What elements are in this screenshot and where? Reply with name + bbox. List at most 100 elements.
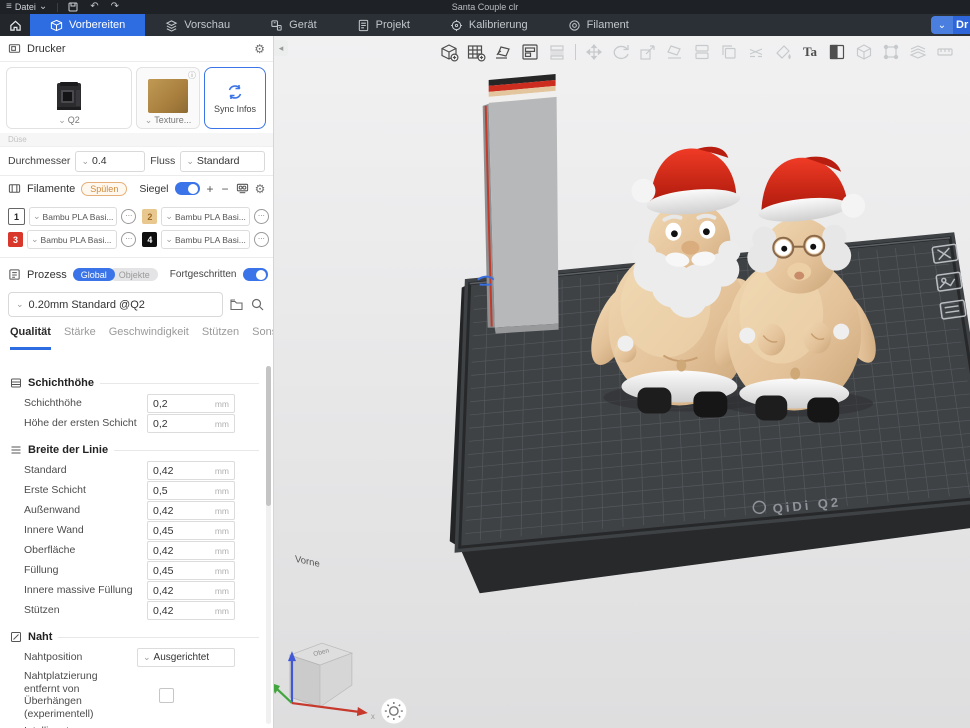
divider [57, 3, 58, 12]
split-to-plates-button[interactable] [546, 41, 568, 63]
tab-vorbereiten[interactable]: Vorbereiten [30, 14, 145, 36]
setting-input[interactable]: 0,42mm [147, 541, 235, 560]
tab-filament[interactable]: Filament [548, 14, 649, 36]
add-object-button[interactable] [438, 41, 460, 63]
home-button[interactable] [0, 14, 30, 36]
flow-select[interactable]: ⌄ Standard [180, 151, 265, 172]
setting-input[interactable]: 0,5mm [147, 481, 235, 500]
filament-color-badge[interactable]: 2 [142, 209, 157, 224]
panel-collapse-button[interactable]: ◂ [274, 40, 288, 56]
split-horizontal-button[interactable] [691, 41, 713, 63]
setting-input[interactable]: 0,45mm [147, 521, 235, 540]
tab-sonstige[interactable]: Sonstige [252, 326, 274, 350]
tab-vorschau[interactable]: Vorschau [145, 14, 250, 36]
add-filament-button[interactable]: + [206, 183, 215, 195]
orientation-cube[interactable]: Vorne Oben x [274, 554, 375, 721]
scope-global-button[interactable]: Global [73, 268, 115, 281]
setting-input[interactable]: 0,42mm [147, 461, 235, 480]
redo-button[interactable]: ↷ [105, 0, 125, 14]
filament-name: Bambu PLA Basi... [175, 212, 246, 222]
printer-select[interactable]: ⌄ Q2 [58, 113, 80, 128]
scope-objects-button[interactable]: Objekte [109, 268, 158, 281]
rotate-tool-button[interactable] [610, 41, 632, 63]
print-button[interactable]: Dr [953, 16, 970, 34]
remove-filament-button[interactable]: − [221, 183, 230, 195]
setting-unit: mm [215, 486, 229, 496]
save-button[interactable] [62, 0, 84, 14]
text-tool-button[interactable]: Ta [799, 41, 821, 63]
scene-canvas[interactable]: QiDi Q2 [274, 36, 970, 727]
filament-edit-icon[interactable] [254, 232, 269, 247]
color-fill-button[interactable] [826, 41, 848, 63]
setting-input[interactable]: 0,42mm [147, 601, 235, 620]
tab-qualitaet[interactable]: Qualität [10, 326, 51, 350]
tab-kalibrierung[interactable]: Kalibrierung [430, 14, 548, 36]
setting-label: Oberfläche [24, 542, 147, 559]
add-plate-button[interactable] [465, 41, 487, 63]
auto-orient-button[interactable] [492, 41, 514, 63]
viewport-3d[interactable]: QiDi Q2 [274, 36, 970, 728]
seam-position-select[interactable]: ⌄ Ausgerichtet [137, 648, 235, 667]
file-menu[interactable]: ≡ Datei ⌄ [0, 0, 53, 14]
preset-select[interactable]: ⌄ 0.20mm Standard @Q2 [8, 292, 223, 317]
printer-card[interactable]: ⌄ Q2 [6, 67, 132, 129]
tab-geschwindigkeit[interactable]: Geschwindigkeit [109, 326, 189, 350]
variable-layer-button[interactable] [853, 41, 875, 63]
filament-color-badge[interactable]: 3 [8, 232, 23, 247]
filament-select[interactable]: ⌄ Bambu PLA Basi... [161, 230, 249, 249]
flush-button[interactable]: Spülen [81, 182, 127, 196]
filament-select[interactable]: ⌄ Bambu PLA Basi... [27, 230, 117, 249]
place-on-face-button[interactable] [664, 41, 686, 63]
arrange-button[interactable] [519, 41, 541, 63]
paint-tool-button[interactable] [772, 41, 794, 63]
prime-tower[interactable] [478, 74, 559, 334]
setting-input[interactable]: 0,42mm [147, 581, 235, 600]
viewport-settings-button[interactable] [381, 698, 407, 724]
seal-toggle[interactable] [175, 182, 200, 195]
search-icon[interactable] [250, 297, 265, 312]
tab-geraet[interactable]: Gerät [250, 14, 337, 36]
tab-staerke[interactable]: Stärke [64, 326, 96, 350]
save-preset-icon[interactable] [229, 297, 244, 312]
filament-color-badge[interactable]: 1 [8, 208, 25, 225]
plate-select[interactable]: ⌄ Texture... [145, 113, 192, 128]
setting-input[interactable]: 0,2 mm [147, 394, 235, 413]
setting-value: 0,42 [153, 505, 215, 517]
tab-stuetzen[interactable]: Stützen [202, 326, 239, 350]
setting-label: Erste Schicht [24, 482, 147, 499]
info-icon[interactable]: ⓘ [188, 70, 196, 81]
measure-tool-button[interactable] [934, 41, 956, 63]
seam-paint-button[interactable] [880, 41, 902, 63]
printer-settings-gear-icon[interactable]: ⚙ [254, 43, 265, 55]
undo-button[interactable]: ↶ [84, 0, 104, 14]
setting-input[interactable]: 0,45mm [147, 561, 235, 580]
ams-sync-icon[interactable] [236, 182, 249, 195]
chevron-down-icon: ⌄ [31, 235, 39, 244]
filament-select[interactable]: ⌄ Bambu PLA Basi... [161, 207, 249, 226]
cut-tool-button[interactable] [745, 41, 767, 63]
setting-input[interactable]: 0,42mm [147, 501, 235, 520]
filament-color-badge[interactable]: 4 [142, 232, 157, 247]
diameter-select[interactable]: ⌄ 0.4 [75, 151, 145, 172]
scale-tool-button[interactable] [637, 41, 659, 63]
print-options-button[interactable]: ⌄ [931, 16, 953, 34]
filament-edit-icon[interactable] [121, 209, 136, 224]
filament-select[interactable]: ⌄ Bambu PLA Basi... [29, 207, 117, 226]
redo-icon: ↷ [111, 2, 119, 12]
advanced-toggle[interactable] [243, 268, 268, 281]
build-plate-card[interactable]: ⓘ ⌄ Texture... [136, 67, 200, 129]
clone-button[interactable] [718, 41, 740, 63]
sync-infos-button[interactable]: Sync Infos [204, 67, 266, 129]
seam-placement-checkbox[interactable] [159, 688, 174, 703]
tab-projekt[interactable]: Projekt [337, 14, 430, 36]
settings-scrollbar[interactable] [266, 366, 271, 724]
advanced-label: Fortgeschritten [170, 269, 237, 280]
move-tool-button[interactable] [583, 41, 605, 63]
setting-input[interactable]: 0,2 mm [147, 414, 235, 433]
support-paint-button[interactable] [907, 41, 929, 63]
scrollbar-thumb[interactable] [266, 366, 271, 506]
filament-settings-gear-icon[interactable]: ⚙ [255, 183, 266, 195]
filament-edit-icon[interactable] [254, 209, 269, 224]
preview-icon [165, 19, 178, 32]
filament-edit-icon[interactable] [121, 232, 136, 247]
